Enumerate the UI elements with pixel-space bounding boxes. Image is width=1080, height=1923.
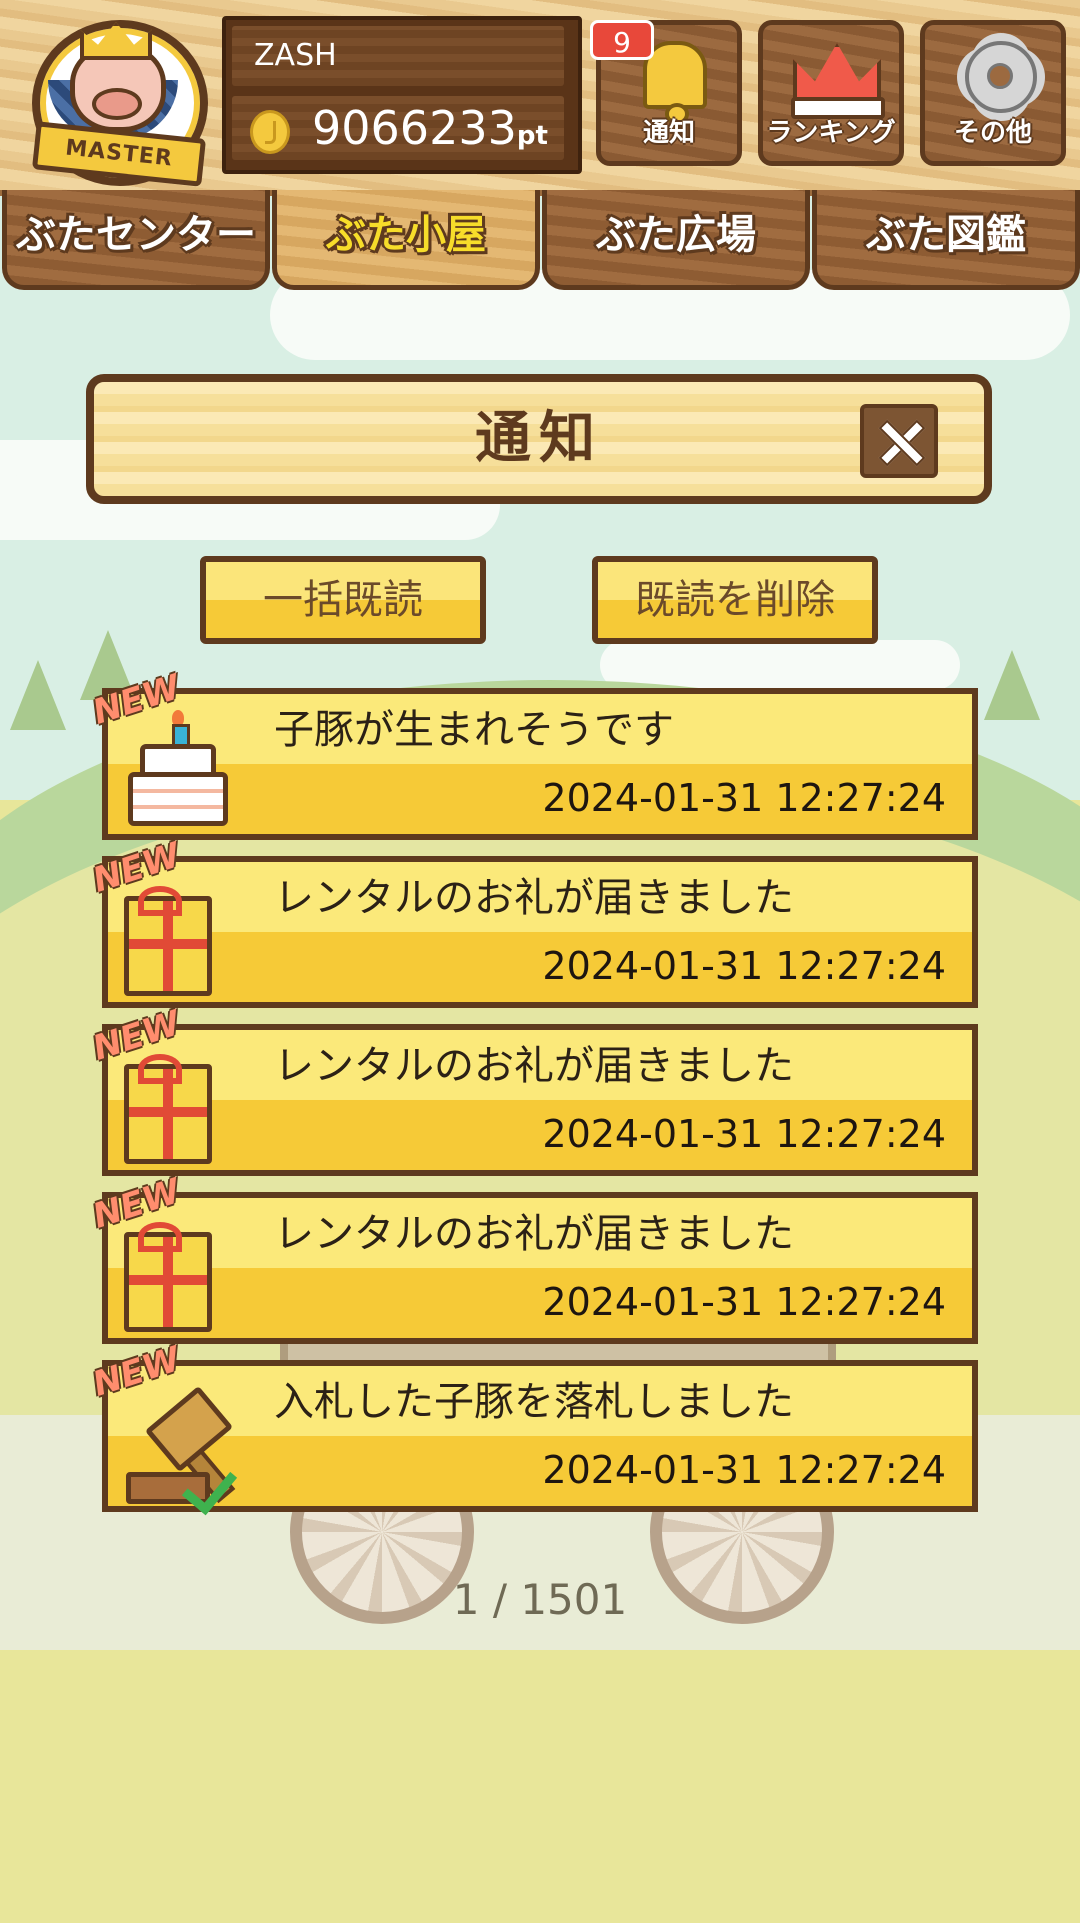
notification-timestamp: 2024-01-31 12:27:24: [542, 776, 946, 820]
notification-item[interactable]: NEW 入札した子豚を落札しました 2024-01-31 12:27:24: [88, 1339, 978, 1516]
ranking-button[interactable]: ランキング: [758, 20, 904, 166]
gavel-head: [144, 1385, 234, 1473]
gift-bow: [138, 886, 182, 916]
rank-badge[interactable]: MASTER: [20, 10, 210, 187]
tab-buta-center[interactable]: ぶたセンター: [2, 190, 270, 290]
tree-icon: [984, 650, 1040, 720]
cake-icon: [126, 710, 232, 830]
gear-icon: [965, 41, 1037, 113]
other-button[interactable]: その他: [920, 20, 1066, 166]
user-info-panel: ZASH 9066233pt: [222, 16, 582, 174]
notification-item[interactable]: NEW レンタルのお礼が届きました 2024-01-31 12:27:24: [88, 1171, 978, 1344]
main-tabs: ぶたセンター ぶた小屋 ぶた広場 ぶた図鑑: [0, 190, 1080, 296]
notification-message: レンタルのお礼が届きました: [274, 875, 794, 921]
coin-icon: [250, 110, 290, 154]
cake-bottom: [128, 772, 228, 826]
other-button-label: その他: [953, 118, 1032, 148]
ground: [0, 1650, 1080, 1923]
notification-count-badge: 9: [590, 20, 654, 60]
dialog-title: 通知: [475, 406, 603, 471]
notification-item[interactable]: NEW レンタルのお礼が届きました 2024-01-31 12:27:24: [88, 835, 978, 1008]
gavel-icon: [124, 1385, 254, 1516]
points-unit: pt: [516, 121, 548, 151]
delete-read-button[interactable]: 既読を削除: [592, 556, 878, 644]
page-indicator: 1 / 1501: [452, 1575, 628, 1624]
notification-timestamp: 2024-01-31 12:27:24: [542, 1448, 946, 1492]
tab-buta-zukan[interactable]: ぶた図鑑: [812, 190, 1080, 290]
dialog-title-bar: 通知: [86, 374, 992, 504]
top-header: MASTER ZASH 9066233pt 9 通知 ランキング その他: [0, 0, 1080, 196]
gift-bow: [138, 1054, 182, 1084]
gift-bow: [138, 1222, 182, 1252]
notification-message: 入札した子豚を落札しました: [274, 1379, 794, 1425]
notification-message: レンタルのお礼が届きました: [274, 1211, 794, 1257]
points-value: 9066233: [312, 101, 517, 155]
notification-message: 子豚が生まれそうです: [274, 707, 674, 753]
notification-timestamp: 2024-01-31 12:27:24: [542, 1280, 946, 1324]
tab-buta-hiroba[interactable]: ぶた広場: [542, 190, 810, 290]
pig-snout-icon: [92, 88, 142, 120]
notification-timestamp: 2024-01-31 12:27:24: [542, 1112, 946, 1156]
notification-timestamp: 2024-01-31 12:27:24: [542, 944, 946, 988]
notify-button-label: 通知: [642, 118, 695, 148]
notification-item[interactable]: NEW レンタルのお礼が届きました 2024-01-31 12:27:24: [88, 1003, 978, 1176]
ranking-button-label: ランキング: [766, 118, 896, 148]
notification-item[interactable]: NEW 子豚が生まれそうです 2024-01-31 12:27:24: [88, 667, 978, 840]
points-value-wrap: 9066233pt: [312, 96, 548, 160]
close-button[interactable]: [860, 404, 938, 478]
username: ZASH: [232, 26, 564, 86]
notification-message: レンタルのお礼が届きました: [274, 1043, 794, 1089]
tab-buta-koya[interactable]: ぶた小屋: [272, 190, 540, 290]
points-display: 9066233pt: [232, 96, 564, 160]
mark-all-read-button[interactable]: 一括既読: [200, 556, 486, 644]
cloud: [600, 640, 960, 690]
tree-icon: [10, 660, 66, 730]
